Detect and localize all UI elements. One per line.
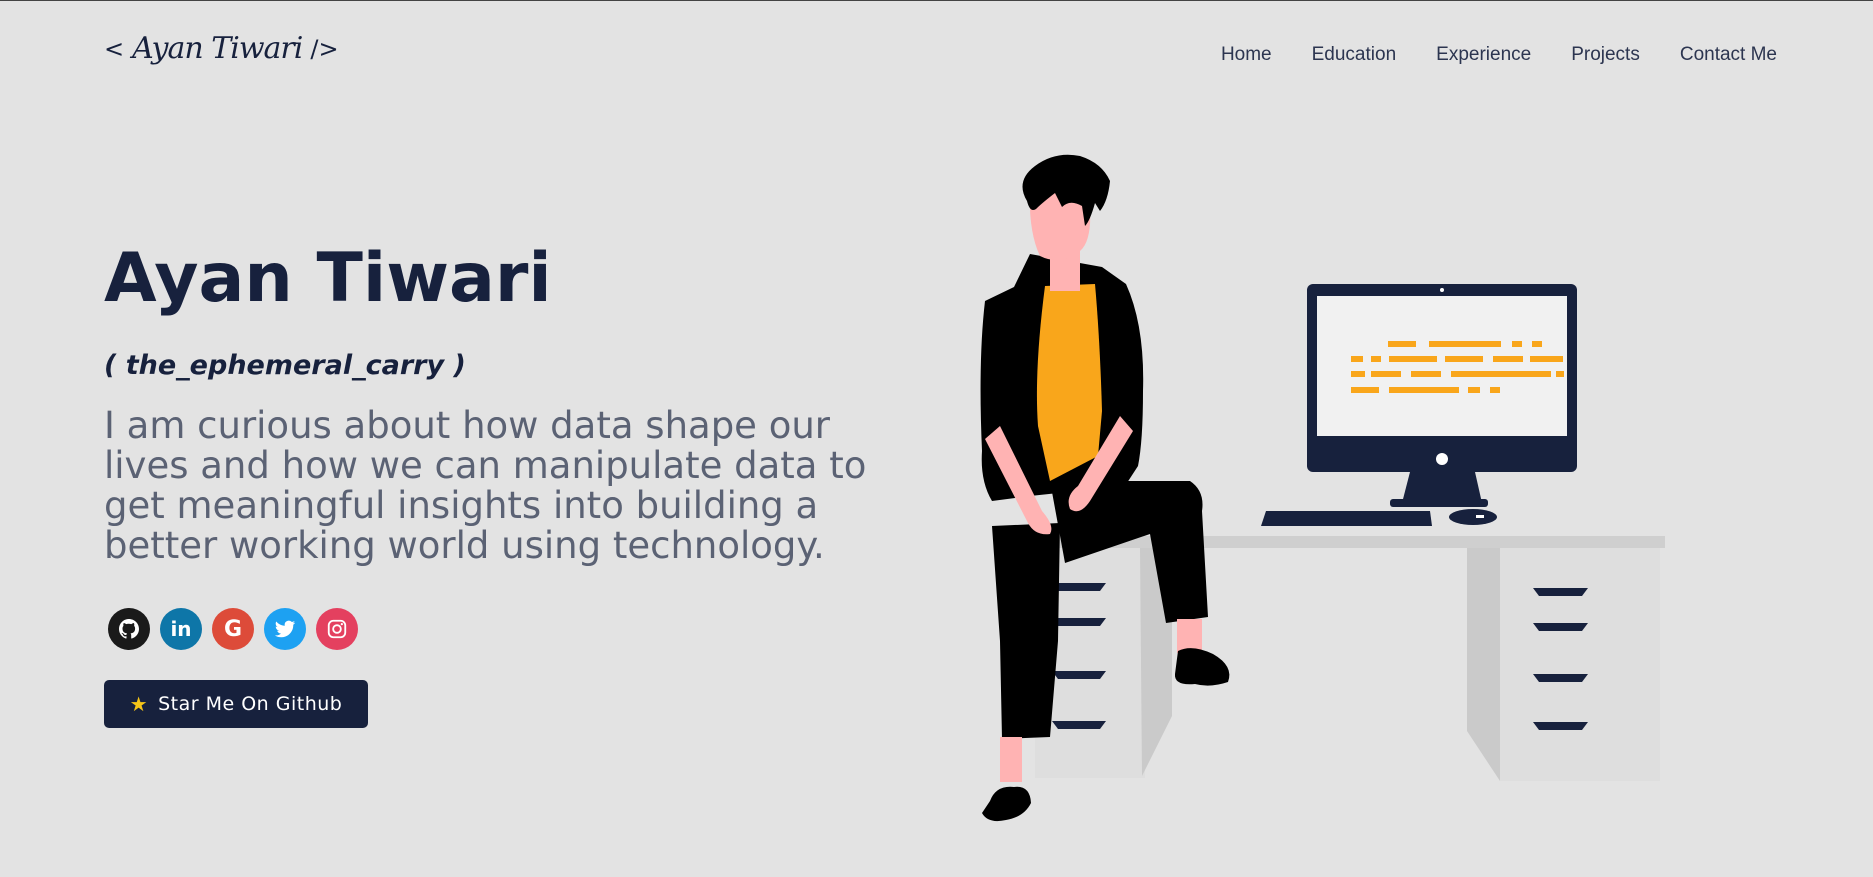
instagram-icon[interactable] <box>316 608 358 650</box>
nav-experience[interactable]: Experience <box>1436 44 1531 66</box>
desk-top <box>1055 536 1665 548</box>
star-icon: ★ <box>129 692 149 716</box>
logo-open-bracket: < <box>104 34 125 63</box>
twitter-icon[interactable] <box>264 608 306 650</box>
hero-bio: I am curious about how data shape our li… <box>104 404 867 567</box>
main-nav: Home Education Experience Projects Conta… <box>1221 44 1777 66</box>
desk-right-panel <box>1467 548 1500 781</box>
site-logo[interactable]: < Ayan Tiwari /> <box>104 31 339 66</box>
star-button-label: Star Me On Github <box>158 693 343 715</box>
nav-home[interactable]: Home <box>1221 44 1272 66</box>
mouse <box>1449 509 1497 525</box>
logo-close-bracket: /> <box>310 34 339 63</box>
nav-projects[interactable]: Projects <box>1571 44 1640 66</box>
desk-right-drawer <box>1500 548 1660 781</box>
linkedin-icon[interactable]: in <box>160 608 202 650</box>
google-icon[interactable]: G <box>212 608 254 650</box>
monitor-screen <box>1317 296 1567 436</box>
hero-illustration <box>980 154 1665 822</box>
monitor-stand <box>1402 472 1482 503</box>
github-glyph <box>119 619 139 639</box>
nav-contact-me[interactable]: Contact Me <box>1680 44 1777 66</box>
star-on-github-button[interactable]: ★ Star Me On Github <box>104 680 368 728</box>
github-icon[interactable] <box>108 608 150 650</box>
hero-handle: ( the_ephemeral_carry ) <box>104 350 466 381</box>
hero-name: Ayan Tiwari <box>104 239 552 318</box>
logo-signature: Ayan Tiwari <box>132 31 303 66</box>
instagram-glyph <box>327 619 347 639</box>
nav-education[interactable]: Education <box>1312 44 1397 66</box>
twitter-glyph <box>274 620 296 638</box>
social-links: in G <box>108 608 358 650</box>
keyboard <box>1261 511 1432 526</box>
